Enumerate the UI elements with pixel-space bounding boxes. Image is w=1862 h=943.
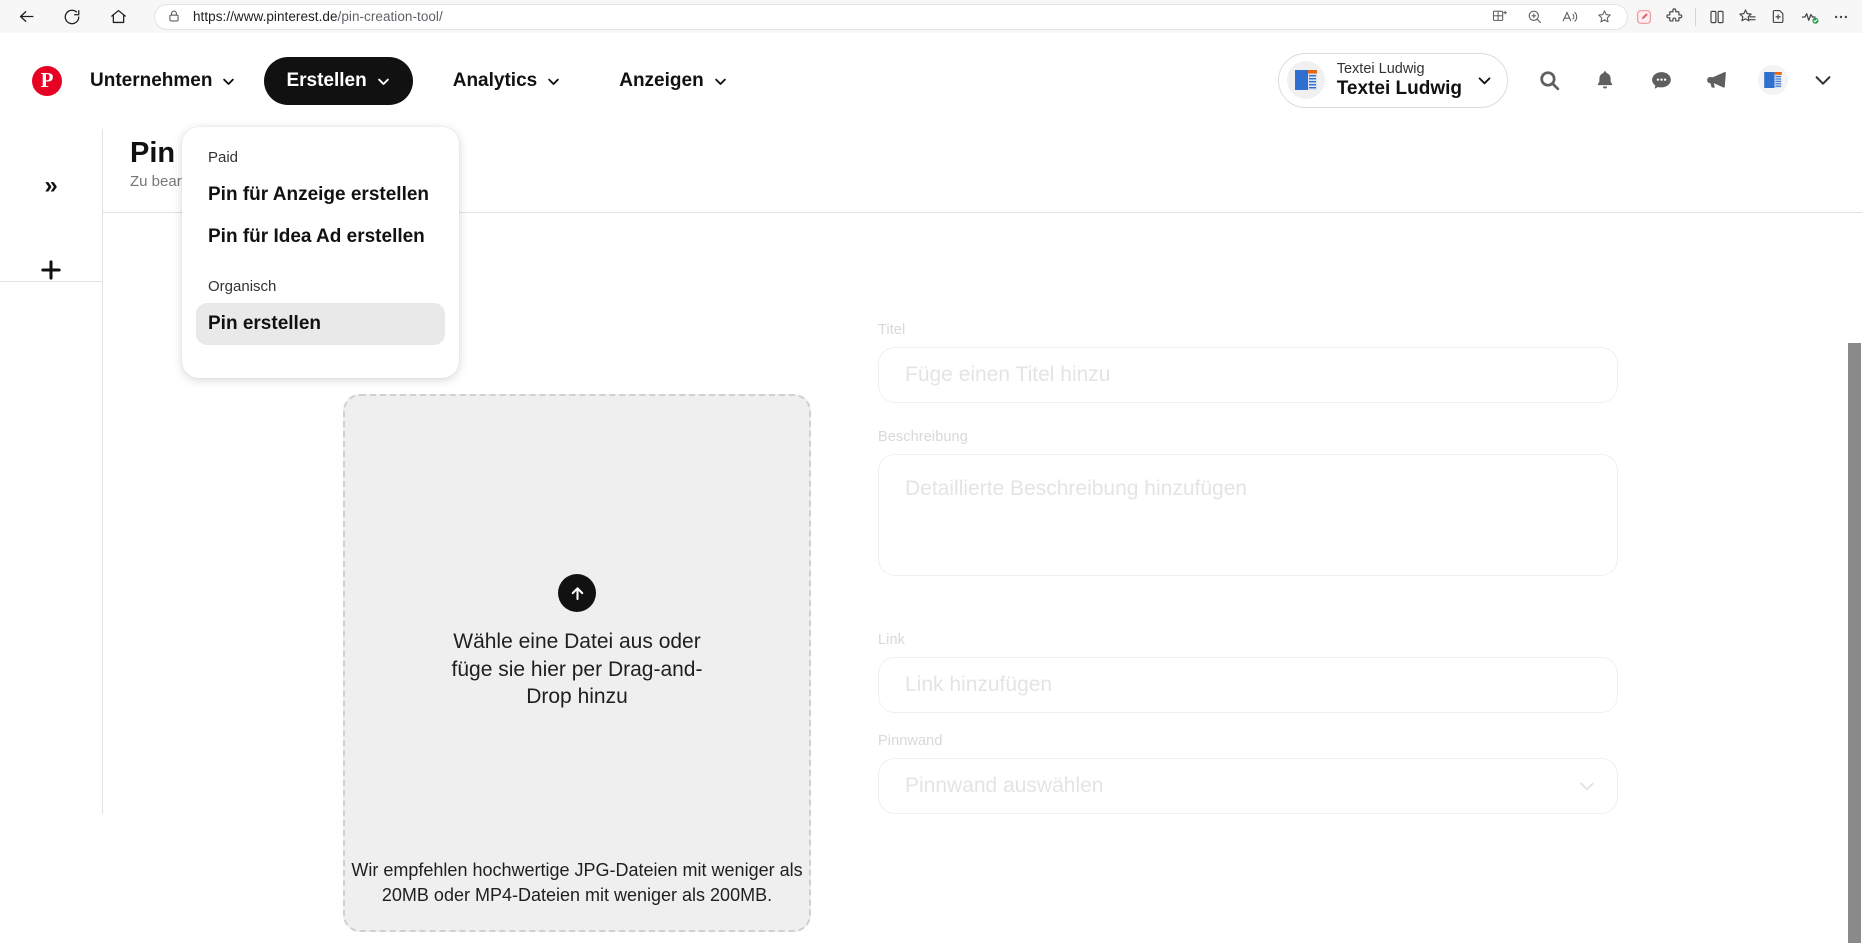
chevron-down-icon: [376, 73, 391, 88]
home-icon: [109, 7, 128, 26]
chevron-down-icon: [1577, 776, 1597, 796]
editor-pencil-icon[interactable]: [1628, 3, 1659, 31]
address-bar-actions: [1491, 8, 1617, 25]
browser-essentials-icon[interactable]: [1794, 3, 1825, 31]
zoom-icon[interactable]: [1526, 8, 1543, 25]
url-text: https://www.pinterest.de/pin-creation-to…: [193, 9, 443, 24]
browser-toolbar: https://www.pinterest.de/pin-creation-to…: [0, 0, 1862, 33]
pinterest-logo-letter: P: [40, 68, 54, 92]
upload-main-text: Wähle eine Datei aus oder füge sie hier …: [451, 630, 703, 709]
chevron-down-icon: [221, 73, 236, 88]
upload-dropzone-inner: Wähle eine Datei aus oder füge sie hier …: [345, 396, 809, 930]
back-arrow-icon: [17, 7, 36, 26]
chevron-down-icon: [1476, 72, 1493, 89]
extensions-puzzle-icon[interactable]: [1659, 3, 1690, 31]
title-input-placeholder: Füge einen Titel hinzu: [905, 363, 1111, 386]
nav-erstellen[interactable]: Erstellen: [264, 56, 413, 105]
header-right-actions: Textei Ludwig Textei Ludwig: [1277, 52, 1844, 109]
expand-sidebar-button[interactable]: »: [30, 169, 72, 203]
account-switcher[interactable]: Textei Ludwig Textei Ludwig: [1277, 52, 1508, 109]
add-favorite-icon[interactable]: [1763, 3, 1794, 31]
pinterest-header: P Unternehmen Erstellen Analytics Anzeig…: [0, 33, 1862, 129]
left-rail-top: »: [0, 129, 102, 282]
link-input-placeholder: Link hinzufügen: [905, 673, 1053, 696]
menu-item-pin-fuer-idea-ad-erstellen[interactable]: Pin für Idea Ad erstellen: [196, 216, 445, 258]
account-name-small: Textei Ludwig: [1336, 60, 1425, 77]
field-group-description: Beschreibung Detaillierte Beschreibung h…: [878, 429, 1618, 576]
board-select-placeholder: Pinnwand auswählen: [905, 774, 1104, 797]
browser-extension-toolbar: [1628, 3, 1862, 31]
split-screen-icon[interactable]: [1701, 3, 1732, 31]
profile-avatar-icon[interactable]: [1758, 65, 1788, 96]
menu-section-label-organisch: Organisch: [208, 278, 277, 295]
board-select[interactable]: Pinnwand auswählen: [878, 758, 1618, 814]
account-name-big: Textei Ludwig: [1336, 77, 1462, 99]
bell-notifications-icon[interactable]: [1590, 65, 1620, 95]
double-chevron-right-icon: »: [44, 172, 58, 199]
board-label: Pinnwand: [878, 733, 943, 749]
back-button[interactable]: [8, 2, 44, 32]
favorite-star-icon[interactable]: [1596, 8, 1613, 25]
megaphone-announcements-icon[interactable]: [1702, 65, 1732, 95]
create-dropdown-menu: Paid Pin für Anzeige erstellen Pin für I…: [182, 127, 459, 378]
link-label: Link: [878, 632, 905, 648]
upload-dropzone[interactable]: Wähle eine Datei aus oder füge sie hier …: [343, 394, 811, 932]
menu-item-pin-erstellen[interactable]: Pin erstellen: [196, 303, 445, 345]
add-pin-button[interactable]: [30, 251, 72, 293]
account-labels: Textei Ludwig Textei Ludwig: [1337, 61, 1462, 101]
reload-icon: [63, 8, 81, 26]
settings-more-icon[interactable]: [1825, 3, 1856, 31]
page-scrollbar[interactable]: [1846, 343, 1862, 943]
description-input[interactable]: Detaillierte Beschreibung hinzufügen: [878, 454, 1618, 576]
nav-analytics-label: Analytics: [452, 69, 538, 91]
menu-section-label-paid: Paid: [208, 149, 239, 166]
field-group-board: Pinnwand Pinnwand auswählen: [878, 733, 1618, 814]
reload-button[interactable]: [54, 2, 90, 32]
field-group-title: Titel Füge einen Titel hinzu: [878, 322, 1618, 403]
description-input-placeholder: Detaillierte Beschreibung hinzufügen: [905, 477, 1248, 500]
collections-star-icon[interactable]: [1732, 3, 1763, 31]
field-group-link: Link Link hinzufügen: [878, 632, 1618, 713]
link-input[interactable]: Link hinzufügen: [878, 657, 1618, 713]
read-aloud-icon[interactable]: [1561, 8, 1578, 25]
nav-erstellen-label: Erstellen: [286, 69, 367, 91]
plus-icon: [37, 256, 65, 289]
toolbar-divider: [1695, 7, 1696, 26]
nav-unternehmen[interactable]: Unternehmen: [72, 57, 254, 105]
chevron-down-icon: [713, 73, 728, 88]
chevron-down-icon[interactable]: [1812, 69, 1834, 91]
nav-analytics[interactable]: Analytics: [435, 57, 579, 105]
nav-anzeigen-label: Anzeigen: [619, 69, 704, 91]
menu-item-pin-fuer-anzeige-erstellen[interactable]: Pin für Anzeige erstellen: [196, 174, 445, 216]
menu-spacer: [196, 258, 445, 270]
upload-arrow-icon: [558, 574, 596, 612]
pin-details-form: Titel Füge einen Titel hinzu Beschreibun…: [878, 322, 1618, 840]
title-input[interactable]: Füge einen Titel hinzu: [878, 347, 1618, 403]
page-scrollbar-thumb[interactable]: [1848, 343, 1861, 943]
nav-anzeigen[interactable]: Anzeigen: [601, 57, 745, 105]
left-rail: »: [0, 129, 103, 814]
address-bar[interactable]: https://www.pinterest.de/pin-creation-to…: [154, 3, 1628, 30]
chevron-down-icon: [546, 73, 561, 88]
messages-bubble-icon[interactable]: [1646, 65, 1676, 95]
split-screen-icon[interactable]: [1491, 8, 1508, 25]
lock-icon: [167, 9, 183, 25]
pinterest-logo-icon[interactable]: P: [32, 65, 62, 96]
nav-unternehmen-label: Unternehmen: [90, 69, 213, 91]
title-label: Titel: [878, 322, 906, 338]
home-button[interactable]: [100, 2, 136, 32]
search-icon[interactable]: [1534, 65, 1564, 95]
upload-hint-text: Wir empfehlen hochwertige JPG-Dateien mi…: [351, 860, 803, 906]
textei-ludwig-avatar: [1286, 61, 1325, 100]
description-label: Beschreibung: [878, 429, 968, 445]
